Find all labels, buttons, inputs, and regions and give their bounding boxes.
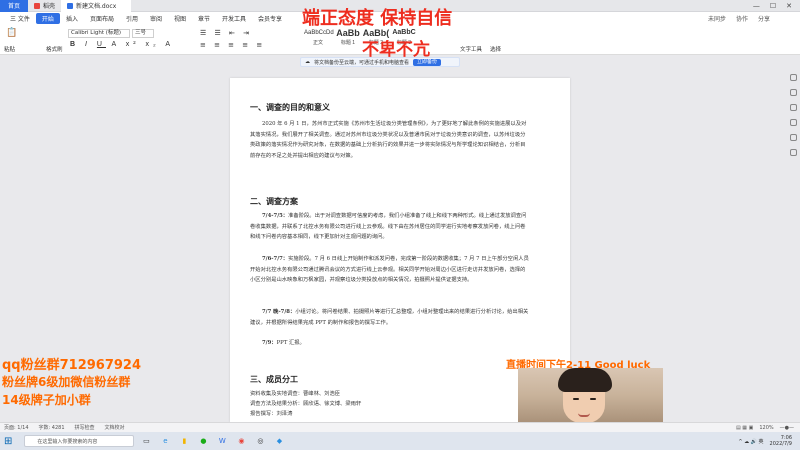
menu-right-actions: 未同步 协作 分享: [708, 14, 800, 23]
folder-icon[interactable]: ▮: [177, 434, 191, 448]
menu-item[interactable]: 引用: [120, 13, 144, 24]
menu-item[interactable]: 插入: [60, 13, 84, 24]
sidebar-tool-icon[interactable]: [789, 134, 797, 141]
window-controls: — ☐ ✕: [753, 2, 800, 10]
style-heading1[interactable]: AaBb 标题 1: [334, 27, 362, 47]
clock-date: 2022/7/9: [769, 441, 792, 447]
docer-icon: [34, 2, 40, 9]
page-count: 页面: 1/14: [4, 425, 29, 431]
tab-docer-label: 稻壳: [43, 3, 56, 10]
tray-icons[interactable]: ^ ☁ 🔊 英: [738, 438, 763, 445]
list-buttons[interactable]: ☰ ☰ ⇤ ⇥: [200, 29, 252, 37]
chrome-icon[interactable]: ◉: [234, 434, 248, 448]
heading-purpose: 一、调查的目的和意义: [250, 102, 330, 112]
sidebar-tool-icon[interactable]: [789, 104, 797, 111]
webcam-feed: [518, 368, 663, 424]
report-text: PPT 汇报。: [276, 340, 305, 346]
select-button[interactable]: 选择: [490, 45, 501, 53]
streamer-hair: [558, 368, 612, 392]
paragraph-purpose: 2020 年 6 月 1 日，苏州市正式实施《苏州市生活垃圾分类管理条例》，为了…: [250, 121, 527, 159]
wechat-icon[interactable]: ●: [196, 434, 210, 448]
text-format-buttons[interactable]: B I U A x² x₂ A: [70, 41, 174, 48]
minimize-icon[interactable]: —: [753, 2, 760, 10]
implement-date: 7/6-7/7：: [262, 256, 289, 262]
clock[interactable]: 7:06 2022/7/9: [770, 435, 792, 447]
system-tray: ^ ☁ 🔊 英 7:06 2022/7/9: [738, 435, 800, 447]
tab-home[interactable]: 首页: [0, 0, 28, 12]
menu-item[interactable]: 视图: [168, 13, 192, 24]
prep-text: 准备阶段。出于对调查数据可信度的考虑，我们小组准备了线上和线下两种形式。线上通过…: [250, 213, 527, 240]
qq-icon[interactable]: ◆: [272, 434, 286, 448]
format-painter-button[interactable]: 格式刷: [46, 45, 63, 53]
heading-plan: 二、调查方案: [250, 196, 298, 206]
tab-document-label: 新建文档.docx: [76, 3, 117, 10]
menu-right-action[interactable]: 未同步: [708, 14, 726, 23]
overlay-small-group: 14级牌子加小群: [2, 393, 91, 407]
menu-item[interactable]: 开发工具: [216, 13, 252, 24]
menu-item[interactable]: 开始: [35, 13, 60, 24]
proofread-button[interactable]: 文档校对: [105, 424, 125, 431]
overlay-motto-1: 端正态度 保持自信: [302, 8, 453, 29]
overlay-motto-2: 不卑不亢: [362, 40, 430, 60]
sidebar-tool-icon[interactable]: [789, 89, 797, 96]
eye-left: [573, 398, 579, 400]
text-tools-button[interactable]: 文字工具: [460, 45, 482, 53]
tab-document[interactable]: 新建文档.docx: [61, 0, 132, 12]
sidebar-tool-icon[interactable]: [789, 149, 797, 156]
font-name-select[interactable]: Calibri Light (标题): [68, 29, 130, 38]
word-count[interactable]: 字数: 4281: [39, 424, 65, 431]
edge-icon[interactable]: e: [158, 434, 172, 448]
menu-right-action[interactable]: 分享: [758, 14, 770, 23]
close-icon[interactable]: ✕: [786, 2, 792, 10]
paste-button[interactable]: 粘贴: [4, 45, 15, 53]
style-normal[interactable]: AaBbCcDd 正文: [304, 27, 334, 47]
task-view-icon[interactable]: ▭: [139, 434, 153, 448]
status-bar: 页面: 1/14 字数: 4281 拼写检查 文档校对 ▤ ▦ ▣ 120% —…: [0, 422, 800, 432]
overlay-qq-group: qq粉丝群712967924: [2, 358, 142, 373]
font-size-select[interactable]: 三号: [132, 29, 154, 38]
style-heading1-label: 标题 1: [340, 40, 356, 46]
paragraph-prep: 7/4-7/5：准备阶段。出于对调查数据可信度的考虑，我们小组准备了线上和线下两…: [250, 211, 530, 243]
menu-right-action[interactable]: 协作: [736, 14, 748, 23]
cloud-icon: ☁: [305, 59, 310, 65]
menu-item[interactable]: 三 文件: [4, 13, 36, 24]
zoom-level[interactable]: 120%: [759, 425, 773, 431]
windows-taskbar: ⊞ 在这里输入你要搜索的内容 ▭ e ▮ ● W ◉ ◎ ◆ ^ ☁ 🔊 英 7…: [0, 432, 800, 450]
zoom-slider[interactable]: —●—: [780, 425, 794, 431]
paste-icon[interactable]: 📋: [6, 28, 17, 38]
spell-check-button[interactable]: 拼写检查: [75, 424, 95, 431]
tab-docer[interactable]: 稻壳: [28, 0, 61, 12]
report-date: 7/9：: [262, 340, 277, 346]
paragraph-implement: 7/6-7/7：实施阶段。7 月 6 日线上开始制作和派发问卷，完成第一阶段的数…: [250, 254, 530, 286]
sidebar-tool-icon[interactable]: [789, 119, 797, 126]
discuss-date: 7/7 晚-7/8：: [262, 309, 296, 315]
heading-roles: 三、成员分工: [250, 374, 298, 384]
overlay-fan-badge: 粉丝牌6级加微信粉丝群: [2, 375, 131, 389]
windows-start-icon[interactable]: ⊞: [4, 436, 12, 447]
sidebar-tool-icon[interactable]: [789, 74, 797, 81]
taskbar-search-input[interactable]: 在这里输入你要搜索的内容: [24, 435, 135, 447]
paragraph-report: 7/9：PPT 汇报。: [250, 338, 530, 349]
paragraph-discuss: 7/7 晚-7/8：小组讨论。将问卷结果、拍摄照片等进行汇总整理，小组对整理出来…: [250, 307, 530, 328]
implement-text: 实施阶段。7 月 6 日线上开始制作和派发问卷，完成第一阶段的数据收集；7 月 …: [250, 256, 529, 283]
menu-item[interactable]: 章节: [192, 13, 216, 24]
menu-item[interactable]: 会员专享: [252, 13, 288, 24]
right-sidebar: [786, 68, 800, 422]
eye-right: [590, 398, 596, 400]
view-mode-icons[interactable]: ▤ ▦ ▣: [736, 425, 753, 431]
style-normal-label: 正文: [312, 40, 323, 46]
role-line-2: 调查方法及结果分析：顾欣语、徐文博、梁雨轩: [250, 401, 362, 407]
prep-date: 7/4-7/5：: [262, 213, 289, 219]
maximize-icon[interactable]: ☐: [770, 2, 776, 10]
role-line-3: 报告撰写：刘泽涛: [250, 411, 293, 417]
align-buttons[interactable]: ≡ ≡ ≡ ≡ ≡: [200, 41, 265, 49]
menu-item[interactable]: 审阅: [144, 13, 168, 24]
obs-icon[interactable]: ◎: [253, 434, 267, 448]
wps-icon[interactable]: W: [215, 434, 229, 448]
doc-icon: [67, 2, 74, 9]
menu-item[interactable]: 页面布局: [84, 13, 120, 24]
role-line-1: 资料收集及实地调查：曹峰林、刘浩臣: [250, 391, 341, 397]
